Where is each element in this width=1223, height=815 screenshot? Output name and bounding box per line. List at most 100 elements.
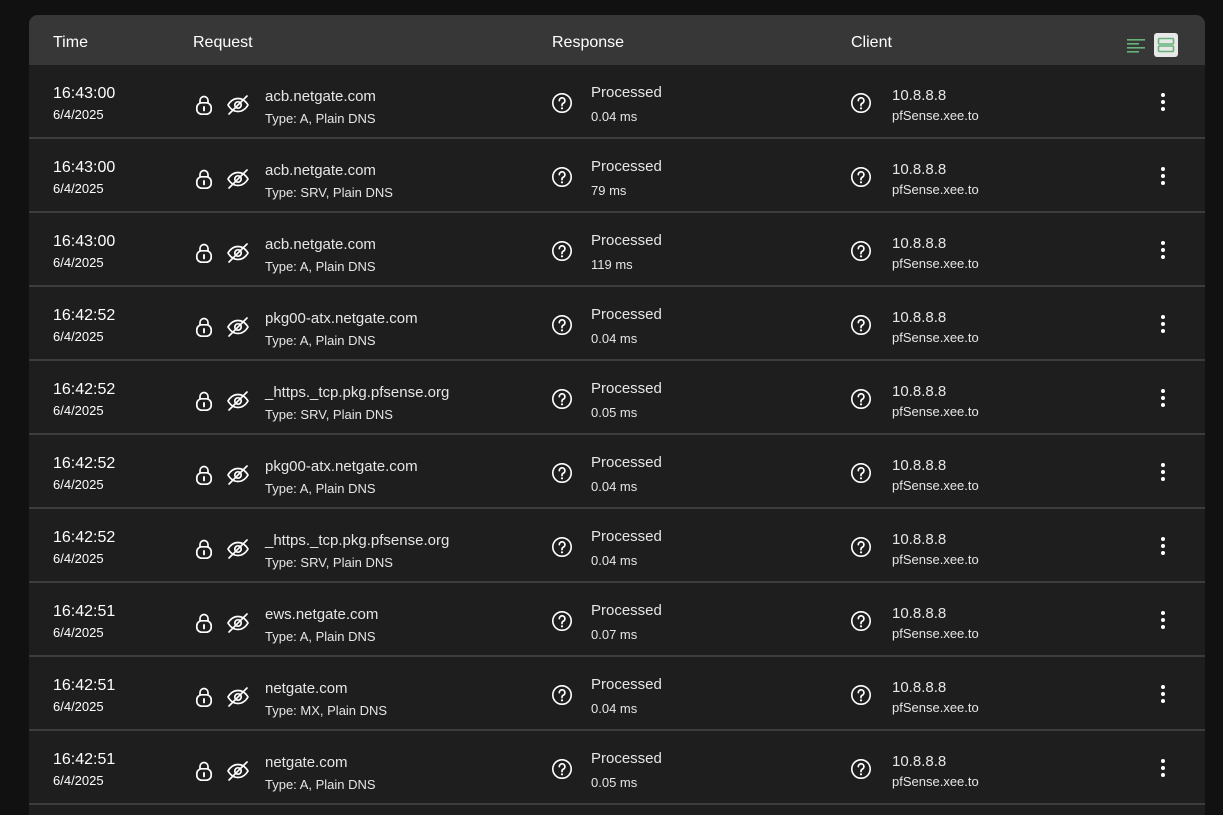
kebab-menu-icon[interactable] <box>1153 312 1173 336</box>
lock-icon[interactable] <box>194 760 214 782</box>
question-icon[interactable] <box>850 240 872 262</box>
kebab-menu-icon[interactable] <box>1153 534 1173 558</box>
question-icon[interactable] <box>850 536 872 558</box>
lock-icon[interactable] <box>194 464 214 486</box>
eye-off-icon[interactable] <box>226 94 250 116</box>
request-domain[interactable]: netgate.com <box>265 754 348 771</box>
request-domain[interactable]: acb.netgate.com <box>265 236 376 253</box>
client-ip[interactable]: 10.8.8.8 <box>892 161 946 178</box>
eye-off-icon[interactable] <box>226 538 250 560</box>
lock-icon[interactable] <box>194 686 214 708</box>
question-icon[interactable] <box>850 388 872 410</box>
question-icon[interactable] <box>850 314 872 336</box>
table-row[interactable]: 16:42:51 6/4/2025 netgate.com Type: A, P… <box>29 731 1205 805</box>
default-view-button[interactable] <box>1154 33 1178 57</box>
eye-off-icon[interactable] <box>226 686 250 708</box>
response-status: Processed <box>591 528 662 545</box>
query-log-panel: Time Request Response Client 16:43:00 6/… <box>29 15 1205 815</box>
eye-off-icon[interactable] <box>226 760 250 782</box>
lock-icon[interactable] <box>194 242 214 264</box>
question-icon[interactable] <box>551 536 573 558</box>
lock-icon[interactable] <box>194 390 214 412</box>
client-ip[interactable]: 10.8.8.8 <box>892 235 946 252</box>
question-icon[interactable] <box>850 684 872 706</box>
question-icon[interactable] <box>551 462 573 484</box>
client-ip[interactable]: 10.8.8.8 <box>892 87 946 104</box>
request-domain[interactable]: _https._tcp.pkg.pfsense.org <box>265 532 449 549</box>
response-elapsed: 0.04 ms <box>591 701 638 716</box>
table-row[interactable]: 16:42:52 6/4/2025 _https._tcp.pkg.pfsens… <box>29 361 1205 435</box>
question-icon[interactable] <box>551 314 573 336</box>
kebab-menu-icon[interactable] <box>1153 90 1173 114</box>
row-time: 16:42:52 <box>53 455 116 472</box>
eye-off-icon[interactable] <box>226 242 250 264</box>
table-row[interactable]: 16:43:00 6/4/2025 acb.netgate.com Type: … <box>29 213 1205 287</box>
eye-off-icon[interactable] <box>226 612 250 634</box>
request-domain[interactable]: acb.netgate.com <box>265 88 376 105</box>
table-row[interactable]: 16:42:52 6/4/2025 pkg00-atx.netgate.com … <box>29 435 1205 509</box>
client-ip[interactable]: 10.8.8.8 <box>892 309 946 326</box>
request-type: Type: A, Plain DNS <box>265 777 376 792</box>
kebab-menu-icon[interactable] <box>1153 682 1173 706</box>
table-row[interactable]: 16:42:51 6/4/2025 ews.netgate.com Type: … <box>29 583 1205 657</box>
kebab-menu-icon[interactable] <box>1153 756 1173 780</box>
question-icon[interactable] <box>850 758 872 780</box>
column-header-time[interactable]: Time <box>53 15 88 65</box>
column-header-client[interactable]: Client <box>851 15 892 65</box>
client-ip[interactable]: 10.8.8.8 <box>892 753 946 770</box>
client-ip[interactable]: 10.8.8.8 <box>892 605 946 622</box>
row-date: 6/4/2025 <box>53 329 104 344</box>
response-status: Processed <box>591 380 662 397</box>
question-icon[interactable] <box>850 92 872 114</box>
request-domain[interactable]: pkg00-atx.netgate.com <box>265 458 418 475</box>
column-header-request[interactable]: Request <box>193 15 253 65</box>
row-date: 6/4/2025 <box>53 699 104 714</box>
question-icon[interactable] <box>850 610 872 632</box>
kebab-menu-icon[interactable] <box>1153 238 1173 262</box>
kebab-menu-icon[interactable] <box>1153 460 1173 484</box>
column-header-response[interactable]: Response <box>552 15 624 65</box>
request-domain[interactable]: netgate.com <box>265 680 348 697</box>
lock-icon[interactable] <box>194 612 214 634</box>
client-ip[interactable]: 10.8.8.8 <box>892 679 946 696</box>
lock-icon[interactable] <box>194 538 214 560</box>
eye-off-icon[interactable] <box>226 464 250 486</box>
request-domain[interactable]: ews.netgate.com <box>265 606 378 623</box>
request-type: Type: A, Plain DNS <box>265 259 376 274</box>
request-domain[interactable]: _https._tcp.pkg.pfsense.org <box>265 384 449 401</box>
question-icon[interactable] <box>551 166 573 188</box>
question-icon[interactable] <box>850 166 872 188</box>
request-domain[interactable]: pkg00-atx.netgate.com <box>265 310 418 327</box>
row-time: 16:42:52 <box>53 381 116 398</box>
lock-icon[interactable] <box>194 316 214 338</box>
question-icon[interactable] <box>551 758 573 780</box>
kebab-menu-icon[interactable] <box>1153 386 1173 410</box>
client-ip[interactable]: 10.8.8.8 <box>892 531 946 548</box>
request-domain[interactable]: acb.netgate.com <box>265 162 376 179</box>
question-icon[interactable] <box>551 610 573 632</box>
row-time: 16:42:51 <box>53 751 116 768</box>
eye-off-icon[interactable] <box>226 316 250 338</box>
table-row[interactable]: 16:42:52 6/4/2025 _https._tcp.pkg.pfsens… <box>29 509 1205 583</box>
client-ip[interactable]: 10.8.8.8 <box>892 383 946 400</box>
table-row[interactable]: 16:42:52 6/4/2025 pkg00-atx.netgate.com … <box>29 287 1205 361</box>
question-icon[interactable] <box>551 388 573 410</box>
kebab-menu-icon[interactable] <box>1153 164 1173 188</box>
table-row[interactable]: 16:43:00 6/4/2025 acb.netgate.com Type: … <box>29 65 1205 139</box>
lock-icon[interactable] <box>194 168 214 190</box>
eye-off-icon[interactable] <box>226 390 250 412</box>
client-ip[interactable]: 10.8.8.8 <box>892 457 946 474</box>
question-icon[interactable] <box>551 92 573 114</box>
lock-icon[interactable] <box>194 94 214 116</box>
table-row[interactable]: 16:42:51 6/4/2025 netgate.com Type: MX, … <box>29 657 1205 731</box>
question-icon[interactable] <box>850 462 872 484</box>
compact-view-button[interactable] <box>1125 34 1147 56</box>
question-icon[interactable] <box>551 240 573 262</box>
client-host: pfSense.xee.to <box>892 478 979 493</box>
question-icon[interactable] <box>551 684 573 706</box>
eye-off-icon[interactable] <box>226 168 250 190</box>
table-row[interactable]: 16:43:00 6/4/2025 acb.netgate.com Type: … <box>29 139 1205 213</box>
kebab-menu-icon[interactable] <box>1153 608 1173 632</box>
response-status: Processed <box>591 232 662 249</box>
response-status: Processed <box>591 602 662 619</box>
